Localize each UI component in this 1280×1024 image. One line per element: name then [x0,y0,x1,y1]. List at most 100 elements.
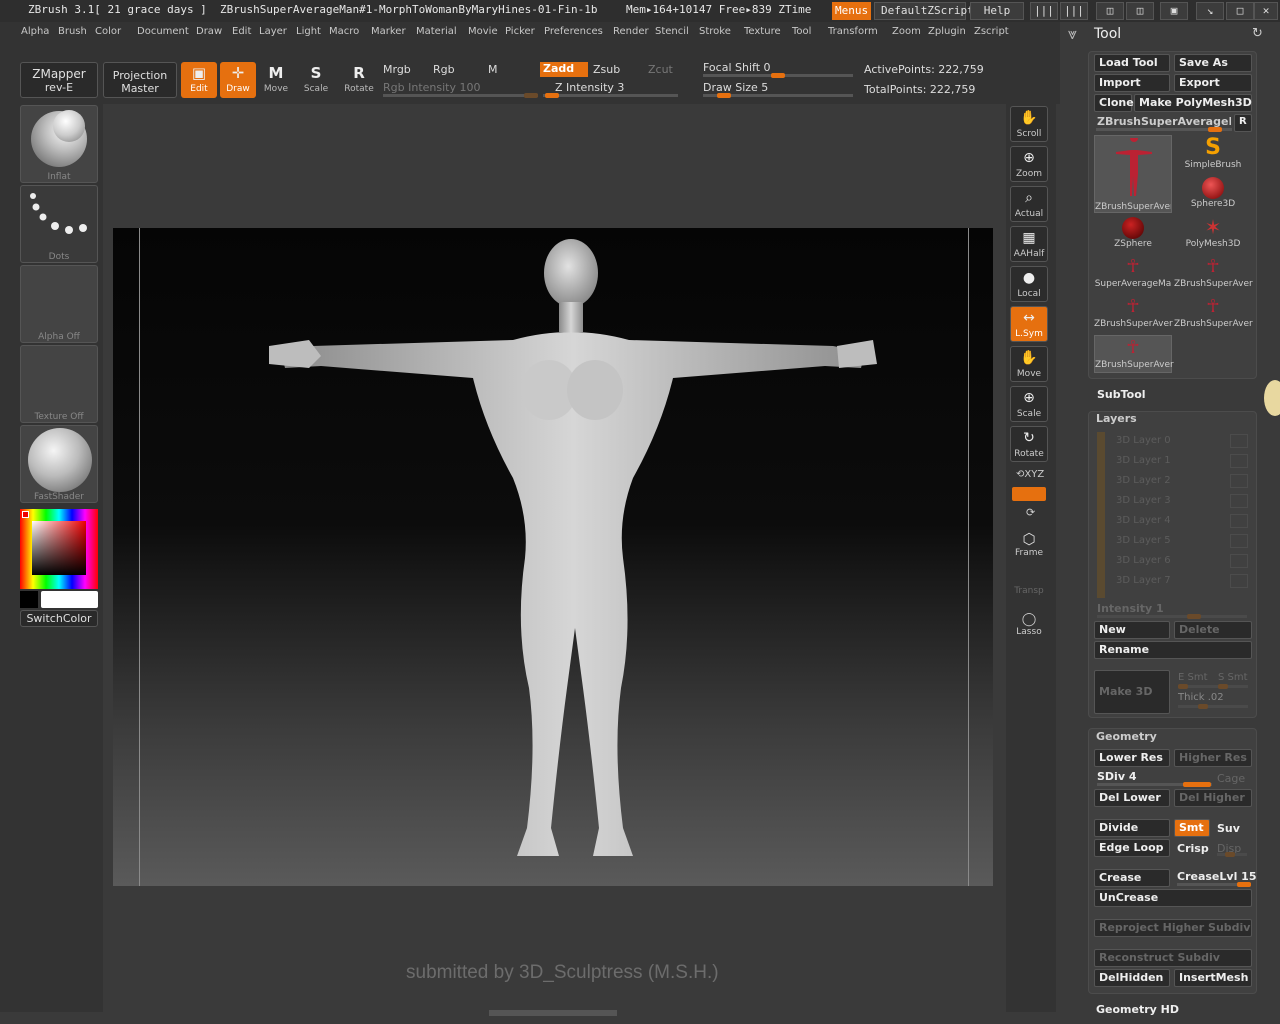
draw-size-slider[interactable]: Draw Size 5 [703,81,768,94]
del-hidden-button[interactable]: DelHidden [1094,969,1170,987]
rgb-intensity-slider[interactable]: Rgb Intensity 100 [383,81,480,94]
current-tool-slider[interactable] [1096,127,1232,132]
zadd-button[interactable]: Zadd [540,62,588,77]
m-button[interactable]: M [488,63,498,76]
make-polymesh3d-button[interactable]: Make PolyMesh3D [1134,94,1252,112]
female-figure-model[interactable] [113,228,993,886]
menu-zoom[interactable]: Zoom [892,26,921,37]
refresh-icon[interactable]: ↻ [1252,26,1263,41]
draw-size-knob[interactable] [717,93,731,98]
insert-mesh-button[interactable]: InsertMesh [1174,969,1252,987]
zoom-button[interactable]: ⊕ Zoom [1010,146,1048,182]
subtool-header[interactable]: SubTool [1097,388,1146,401]
rgb-intensity-track[interactable] [383,93,538,98]
layer-intensity-knob[interactable] [1187,614,1201,619]
menu-preferences[interactable]: Preferences [544,26,603,37]
disp-track[interactable] [1217,852,1247,857]
document-canvas[interactable]: submitted by 3D_Sculptress (M.S.H.) [103,104,1006,1016]
menu-color[interactable]: Color [95,26,121,37]
z-intensity-knob[interactable] [545,93,559,98]
projection-master-button[interactable]: Projection Master [103,62,177,98]
rotate-view-button[interactable]: ↻ Rotate [1010,426,1048,462]
smt-toggle[interactable]: Smt [1174,819,1210,837]
crease-button[interactable]: Crease [1094,869,1170,887]
menu-document[interactable]: Document [137,26,189,37]
layout-alt-icon[interactable]: ◫ [1126,2,1154,20]
help-button[interactable]: Help [970,2,1024,20]
layer-item[interactable]: 3D Layer 2 [1116,475,1171,486]
focal-shift-knob[interactable] [771,73,785,78]
viewport[interactable] [113,228,993,886]
scroll-button[interactable]: ✋ Scroll [1010,106,1048,142]
layer-intensity-slider[interactable]: Intensity 1 [1097,602,1164,615]
xyz-button[interactable]: ⟲XYZ [1016,469,1044,480]
layer-toggle[interactable] [1230,494,1248,508]
menu-render[interactable]: Render [613,26,649,37]
e-smt-knob[interactable] [1178,684,1188,689]
menu-light[interactable]: Light [296,26,321,37]
layer-toggle[interactable] [1230,574,1248,588]
lower-res-button[interactable]: Lower Res [1094,749,1170,767]
close-icon[interactable]: ✕ [1254,2,1278,20]
menu-zscript[interactable]: Zscript [974,26,1009,37]
color-picker[interactable] [20,509,98,589]
draw-mode-button[interactable]: ✛ Draw [220,62,256,98]
layer-toggle[interactable] [1230,454,1248,468]
layout-icon[interactable]: ◫ [1096,2,1124,20]
material-selector[interactable]: FastShader [20,425,98,503]
color-saturation-square[interactable] [32,521,86,575]
geometry-hd-header[interactable]: Geometry HD [1096,1003,1179,1016]
divide-button[interactable]: Divide [1094,819,1170,837]
geometry-header[interactable]: Geometry [1096,730,1157,743]
tool-thumb-polymesh3d[interactable]: ✶ PolyMesh3D [1174,215,1252,253]
transp-button[interactable]: Transp [1012,572,1046,602]
brush-selector[interactable]: Inflat [20,105,98,183]
local-button[interactable]: ● Local [1010,266,1048,302]
scale-view-button[interactable]: ⊕ Scale [1010,386,1048,422]
make-3d-button[interactable]: Make 3D [1094,670,1170,714]
aahalf-button[interactable]: ▦ AAHalf [1010,226,1048,262]
lasso-button[interactable]: ◯ Lasso [1012,612,1046,642]
menu-tool[interactable]: Tool [792,26,811,37]
crease-level-track[interactable] [1177,882,1251,887]
thick-track[interactable] [1178,704,1248,709]
rgb-intensity-knob[interactable] [524,93,538,98]
menu-alpha[interactable]: Alpha [21,26,49,37]
hide-left-icon[interactable]: ||| [1030,2,1058,20]
sdiv-knob[interactable] [1183,782,1211,787]
actual-button[interactable]: ⌕ Actual [1010,186,1048,222]
lsym-button[interactable]: ↔ L.Sym [1010,306,1048,342]
suv-toggle[interactable]: Suv [1217,822,1240,835]
mrgb-button[interactable]: Mrgb [383,63,411,76]
rotate-mode-button[interactable]: R Rotate [341,62,377,98]
z-axis-rotate-icon[interactable]: ⟳ [1026,506,1035,519]
r-button[interactable]: R [1234,114,1252,132]
layer-item[interactable]: 3D Layer 0 [1116,435,1171,446]
z-intensity-track[interactable] [543,93,678,98]
sdiv-track[interactable] [1097,782,1212,787]
stroke-selector[interactable]: Dots [20,185,98,263]
zsub-button[interactable]: Zsub [593,63,620,76]
thick-knob[interactable] [1198,704,1208,709]
minimize-icon[interactable]: ↘ [1196,2,1224,20]
move-view-button[interactable]: ✋ Move [1010,346,1048,382]
menu-draw[interactable]: Draw [196,26,222,37]
s-smt-slider[interactable]: S Smt [1218,672,1248,683]
layer-item[interactable]: 3D Layer 4 [1116,515,1171,526]
palette-scroll-knob[interactable] [1264,380,1280,416]
focal-shift-slider[interactable]: Focal Shift 0 [703,61,771,74]
menu-edit[interactable]: Edit [232,26,251,37]
clone-button[interactable]: Clone [1094,94,1134,112]
draw-size-track[interactable] [703,93,853,98]
layer-item[interactable]: 3D Layer 3 [1116,495,1171,506]
scale-mode-button[interactable]: S Scale [298,62,334,98]
menu-material[interactable]: Material [416,26,457,37]
sdiv-slider[interactable]: SDiv 4 [1097,770,1136,783]
alpha-selector[interactable]: Alpha Off [20,265,98,343]
layer-item[interactable]: 3D Layer 5 [1116,535,1171,546]
smt-track[interactable] [1178,684,1248,689]
primary-color-swatch[interactable] [41,591,98,608]
import-button[interactable]: Import [1094,74,1170,92]
menu-transform[interactable]: Transform [828,26,878,37]
tool-thumb-superaverage[interactable]: ☥ SuperAverageMa [1094,255,1172,293]
